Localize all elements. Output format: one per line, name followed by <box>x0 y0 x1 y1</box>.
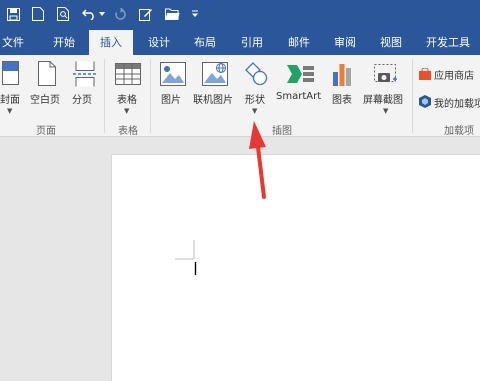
undo-dropdown-icon[interactable] <box>98 5 106 23</box>
table-icon <box>115 63 141 85</box>
tab-references[interactable]: 引用 <box>241 30 263 55</box>
tab-file[interactable]: 文件 <box>2 30 24 55</box>
chart-icon <box>333 64 351 86</box>
chart-button[interactable] <box>327 59 357 119</box>
shapes-icon <box>245 62 268 86</box>
chevron-down-icon: ▼ <box>124 107 130 115</box>
blank-page-icon <box>38 61 56 86</box>
cover-page-icon <box>2 61 19 85</box>
group-separator <box>412 59 413 133</box>
my-addins-button[interactable]: 我的加载项 <box>418 93 480 111</box>
table-label: 表格 <box>117 95 137 106</box>
page-break-label: 分页 <box>72 95 92 106</box>
group-label-pages: 页面 <box>36 126 56 137</box>
tab-layout[interactable]: 布局 <box>194 30 216 55</box>
screenshot-icon <box>374 64 397 82</box>
cover-page-label: 封面 <box>0 95 20 106</box>
tab-design[interactable]: 设计 <box>148 30 170 55</box>
group-label-tables: 表格 <box>118 126 138 137</box>
smartart-button[interactable] <box>274 59 324 119</box>
tab-mailings[interactable]: 邮件 <box>288 30 310 55</box>
shapes-label: 形状 <box>245 95 265 106</box>
page-break-icon <box>73 61 97 87</box>
chevron-down-icon: ▼ <box>7 107 13 115</box>
page-break-button[interactable] <box>70 59 100 119</box>
online-picture-button[interactable] <box>192 59 238 119</box>
picture-button[interactable] <box>157 59 189 119</box>
online-picture-label: 联机图片 <box>193 95 233 106</box>
tab-view[interactable]: 视图 <box>380 30 402 55</box>
screenshot-label: 屏幕截图 <box>363 95 403 106</box>
edit-icon[interactable] <box>137 5 155 23</box>
smartart-icon <box>287 65 314 83</box>
picture-icon <box>160 62 186 86</box>
store-icon <box>419 68 431 80</box>
blank-page-button[interactable] <box>30 59 66 119</box>
smartart-label: SmartArt <box>276 91 322 102</box>
ribbon-tab-bar: 文件 开始 插入 设计 布局 引用 邮件 审阅 视图 开发工具 <box>0 30 480 55</box>
chevron-down-icon: ▼ <box>383 107 389 115</box>
save-icon[interactable] <box>4 5 22 23</box>
group-label-addins: 加载项 <box>444 126 474 137</box>
blank-page-label: 空白页 <box>30 95 60 106</box>
my-addins-icon <box>419 95 431 108</box>
tab-review[interactable]: 审阅 <box>334 30 356 55</box>
tab-developer[interactable]: 开发工具 <box>426 30 470 55</box>
customize-quick-access-icon[interactable] <box>189 5 201 23</box>
tab-insert[interactable]: 插入 <box>89 30 133 55</box>
print-preview-icon[interactable] <box>54 5 72 23</box>
open-folder-icon[interactable] <box>163 5 181 23</box>
text-cursor <box>175 240 197 275</box>
chart-label: 图表 <box>332 95 352 106</box>
redo-icon[interactable] <box>111 5 129 23</box>
store-label: 应用商店 <box>434 71 474 82</box>
online-picture-icon <box>202 62 228 86</box>
store-button[interactable]: 应用商店 <box>418 65 480 83</box>
annotation-arrow <box>249 121 266 199</box>
picture-label: 图片 <box>161 95 181 106</box>
undo-icon[interactable] <box>80 5 98 23</box>
tab-home[interactable]: 开始 <box>53 30 75 55</box>
group-label-illustrations: 插图 <box>272 126 292 137</box>
group-separator <box>150 59 151 133</box>
document-page[interactable] <box>111 154 480 381</box>
chevron-down-icon: ▼ <box>252 107 258 115</box>
new-document-icon[interactable] <box>29 5 47 23</box>
my-addins-label: 我的加载项 <box>434 99 480 110</box>
group-separator <box>104 59 105 133</box>
title-bar <box>0 0 480 30</box>
